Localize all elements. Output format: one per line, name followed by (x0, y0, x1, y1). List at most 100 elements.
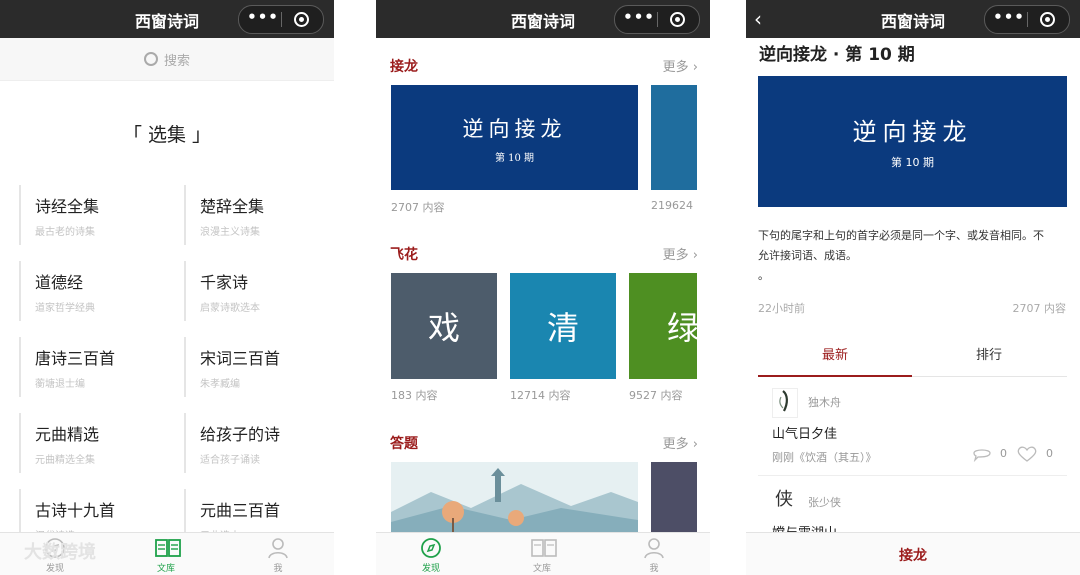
collection-desc: 最古老的诗集 (35, 227, 95, 238)
tab-label: 发现 (421, 564, 440, 574)
more-icon[interactable]: ••• (247, 8, 279, 26)
divider (184, 261, 186, 321)
collection-desc: 元曲精选全集 (35, 455, 95, 466)
tab-label: 文库 (156, 564, 175, 574)
more-label: 更多 (662, 437, 689, 452)
post-text: 山气日夕佳 (772, 427, 838, 442)
close-mini-program-icon[interactable] (294, 12, 309, 27)
capsule-menu[interactable]: ••• (238, 5, 324, 34)
more-icon[interactable]: ••• (993, 8, 1025, 26)
section-title: 答题 (390, 436, 418, 452)
tab-label: 我 (273, 564, 283, 574)
screen-collections: 西窗诗词 ••• 搜索 「 选集 」 诗经全集 最古老的诗集 楚辞全集 浪漫主义… (0, 0, 334, 575)
comment-button[interactable]: 0 (972, 446, 1007, 466)
user-icon (642, 537, 666, 559)
search-bar[interactable]: 搜索 (0, 38, 334, 81)
tab-discover[interactable]: 发现 (396, 537, 466, 574)
collection-item[interactable]: 道德经 道家哲学经典 (19, 261, 169, 325)
collection-desc: 朱孝臧编 (200, 379, 240, 390)
username[interactable]: 独木舟 (808, 394, 841, 410)
collection-item[interactable]: 千家诗 启蒙诗歌选本 (184, 261, 334, 325)
tab-label: 文库 (532, 564, 551, 574)
avatar[interactable]: 侠 (772, 486, 796, 514)
landscape-illustration (391, 462, 638, 534)
more-link[interactable]: 更多 › (663, 244, 698, 263)
jielong-card[interactable]: 逆向接龙 第 10 期 (391, 85, 638, 190)
card-char: 绿 (667, 309, 697, 347)
content-count: 2707 内容 (391, 201, 445, 214)
collection-desc: 适合孩子诵读 (200, 455, 260, 466)
like-button[interactable]: 0 (1016, 446, 1053, 466)
collection-name: 道德经 (35, 273, 84, 292)
tab-me[interactable]: 我 (619, 537, 689, 574)
tab-bar: 发现 文库 我 (376, 532, 710, 575)
quiz-card-landscape[interactable] (391, 462, 638, 534)
comment-icon (973, 449, 991, 463)
collection-item[interactable]: 楚辞全集 浪漫主义诗集 (184, 185, 334, 249)
close-mini-program-icon[interactable] (1040, 12, 1055, 27)
rules-text: 下句的尾字和上句的首字必须是同一个字、或发音相同。不 允许接词语、成语。 。 (758, 226, 1070, 286)
tab-library[interactable]: 文库 (131, 537, 201, 574)
card-char: 戏 (427, 309, 460, 347)
divider (184, 337, 186, 397)
collection-item[interactable]: 给孩子的诗 适合孩子诵读 (184, 413, 334, 477)
banner-subtitle: 第 10 期 (891, 156, 934, 169)
rules-line: 允许接词语、成语。 (758, 249, 857, 262)
collection-name: 唐诗三百首 (35, 349, 116, 368)
collection-item[interactable]: 元曲精选 元曲精选全集 (19, 413, 169, 477)
list-item[interactable]: 侠 张少侠 嫦与需湖山 (758, 480, 1067, 541)
tab-me[interactable]: 我 (243, 537, 313, 574)
more-icon[interactable]: ••• (623, 8, 655, 26)
collection-desc: 浪漫主义诗集 (200, 227, 260, 238)
collection-item[interactable]: 唐诗三百首 蘅塘退士编 (19, 337, 169, 401)
content-count: 183 内容 (391, 389, 438, 402)
section-title: 接龙 (390, 59, 418, 75)
card-char: 清 (546, 309, 579, 347)
search-icon (143, 52, 158, 66)
feihua-card[interactable]: 绿 (629, 273, 697, 379)
divider (19, 261, 21, 321)
jielong-button[interactable]: 接龙 (746, 545, 1080, 565)
capsule-menu[interactable]: ••• (614, 5, 700, 34)
heart-icon (1017, 446, 1037, 462)
capsule-divider (657, 12, 658, 27)
close-mini-program-icon[interactable] (670, 12, 685, 27)
banner-title: 逆向接龙 (852, 118, 973, 146)
section-header-dati: 答题 更多 › (390, 433, 698, 453)
divider (184, 185, 186, 245)
like-count: 0 (1046, 447, 1053, 460)
collection-name: 给孩子的诗 (200, 425, 281, 444)
tab-rank[interactable]: 排行 (912, 344, 1066, 363)
book-icon (530, 537, 557, 559)
navbar: ‹ 西窗诗词 ••• (746, 0, 1080, 38)
screen-discover: 西窗诗词 ••• 接龙 更多 › 逆向接龙 第 10 期 2707 内容 219… (376, 0, 710, 575)
more-link[interactable]: 更多 › (663, 433, 698, 452)
quiz-card-next[interactable] (651, 462, 697, 534)
more-link[interactable]: 更多 › (663, 56, 698, 75)
bottom-action-bar: 接龙 (746, 532, 1080, 575)
collection-name: 楚辞全集 (200, 197, 265, 216)
collection-name: 宋词三百首 (200, 349, 281, 368)
user-icon (266, 537, 290, 559)
section-title: 飞花 (390, 247, 418, 263)
divider (19, 413, 21, 473)
content-count: 219624 (651, 199, 693, 212)
collection-name: 千家诗 (200, 273, 249, 292)
compass-icon (419, 537, 443, 559)
capsule-menu[interactable]: ••• (984, 5, 1070, 34)
collection-desc: 蘅塘退士编 (35, 379, 85, 390)
collection-item[interactable]: 诗经全集 最古老的诗集 (19, 185, 169, 249)
jielong-card-next[interactable] (651, 85, 697, 190)
search-placeholder: 搜索 (163, 54, 190, 69)
feihua-card[interactable]: 清 (510, 273, 616, 379)
tab-label: 我 (649, 564, 659, 574)
rules-line: 。 (758, 269, 769, 282)
username[interactable]: 张少侠 (808, 494, 841, 510)
tab-library[interactable]: 文库 (507, 537, 577, 574)
tab-latest[interactable]: 最新 (758, 344, 912, 363)
collection-item[interactable]: 宋词三百首 朱孝臧编 (184, 337, 334, 401)
feihua-card[interactable]: 戏 (391, 273, 497, 379)
avatar[interactable] (772, 388, 798, 418)
more-label: 更多 (662, 60, 689, 75)
list-item[interactable]: 独木舟 山气日夕佳 刚刚《饮酒（其五）》 0 0 (758, 380, 1067, 476)
